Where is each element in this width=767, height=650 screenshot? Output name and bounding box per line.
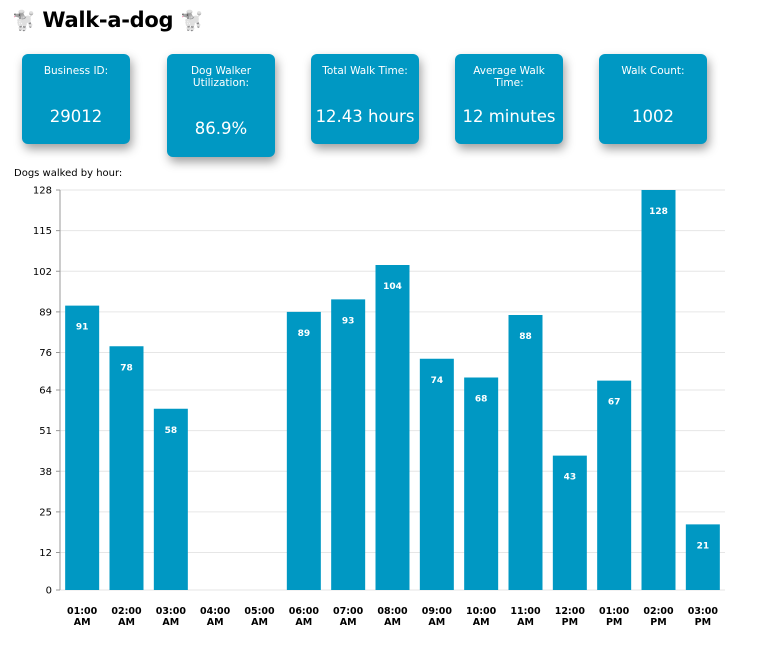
bar (508, 315, 543, 590)
y-tick-label: 76 (39, 348, 52, 359)
x-tick-label: AM (162, 617, 179, 628)
x-tick-label: 08:00 (377, 606, 408, 617)
x-tick-label: 01:00 (599, 606, 630, 617)
x-tick-label: 07:00 (333, 606, 364, 617)
y-tick-label: 128 (33, 186, 52, 197)
bar-data-label: 68 (475, 395, 488, 405)
y-tick-label: 64 (39, 386, 52, 397)
y-tick-label: 12 (39, 548, 52, 559)
x-tick-label: AM (118, 617, 135, 628)
bar-data-label: 43 (564, 473, 577, 483)
bar (464, 377, 499, 590)
x-tick-label: AM (473, 617, 490, 628)
x-tick-label: PM (695, 617, 711, 628)
bar-data-label: 93 (342, 316, 355, 326)
x-tick-label: 02:00 (643, 606, 674, 617)
bar (65, 305, 100, 590)
bar-data-label: 74 (431, 376, 444, 386)
x-tick-label: PM (606, 617, 622, 628)
y-tick-label: 0 (46, 586, 52, 597)
bar (109, 346, 144, 590)
bar-data-label: 67 (608, 398, 621, 408)
x-tick-label: 03:00 (688, 606, 719, 617)
bar (641, 190, 676, 590)
y-tick-label: 89 (39, 307, 52, 318)
bar (286, 311, 321, 590)
x-tick-label: 02:00 (111, 606, 142, 617)
bar (331, 299, 366, 590)
bar (685, 524, 720, 590)
bar-data-label: 21 (697, 541, 710, 551)
x-tick-label: 03:00 (156, 606, 187, 617)
bar (153, 408, 188, 590)
x-tick-label: AM (207, 617, 224, 628)
bar (375, 265, 410, 590)
x-tick-label: AM (295, 617, 312, 628)
x-tick-label: 04:00 (200, 606, 231, 617)
bar-data-label: 128 (649, 207, 668, 217)
x-tick-label: PM (562, 617, 578, 628)
bar (597, 380, 632, 590)
x-tick-label: 05:00 (244, 606, 275, 617)
bar-data-label: 91 (76, 323, 89, 333)
y-tick-label: 115 (33, 226, 52, 237)
x-tick-label: 11:00 (510, 606, 541, 617)
bar-data-label: 78 (120, 363, 133, 373)
bar-data-label: 89 (298, 329, 311, 339)
x-tick-label: AM (517, 617, 534, 628)
x-tick-label: AM (251, 617, 268, 628)
x-tick-label: 01:00 (67, 606, 98, 617)
x-tick-label: 06:00 (289, 606, 320, 617)
y-tick-label: 102 (33, 267, 52, 278)
y-tick-label: 25 (39, 507, 52, 518)
x-tick-label: 10:00 (466, 606, 497, 617)
x-tick-label: AM (74, 617, 91, 628)
bar-data-label: 58 (165, 426, 178, 436)
x-tick-label: AM (384, 617, 401, 628)
bar-data-label: 104 (383, 282, 402, 292)
x-tick-label: AM (340, 617, 357, 628)
bar-chart: 0122538516476891021151289101:00AM7802:00… (33, 186, 725, 628)
bar (419, 358, 454, 590)
y-tick-label: 38 (39, 467, 52, 478)
x-tick-label: AM (428, 617, 445, 628)
x-tick-label: 12:00 (555, 606, 586, 617)
x-tick-label: PM (650, 617, 666, 628)
x-tick-label: 09:00 (422, 606, 453, 617)
bar-data-label: 88 (519, 332, 532, 342)
y-tick-label: 51 (39, 426, 52, 437)
